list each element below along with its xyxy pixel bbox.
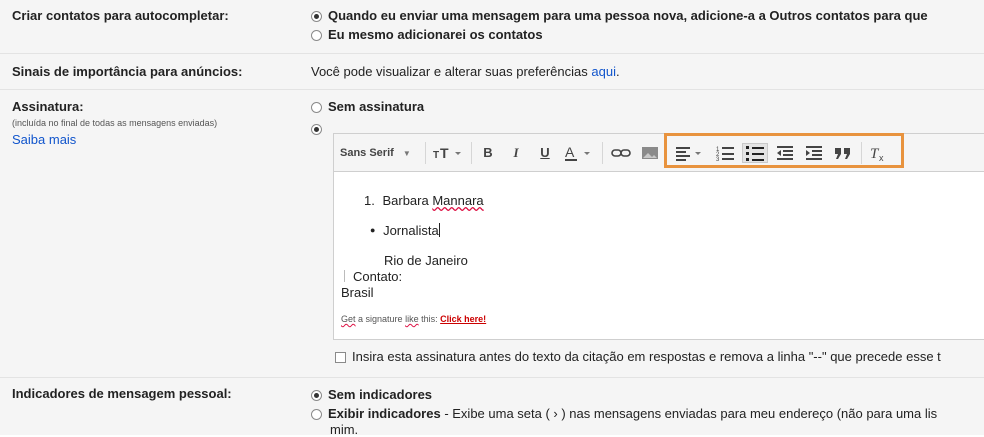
signature-sublabel: (incluída no final de todas as mensagens… xyxy=(12,118,218,128)
bulleted-list-icon xyxy=(746,146,764,161)
text-caret xyxy=(344,270,345,282)
promo-signature: a signature xyxy=(358,314,403,324)
indent-more-icon xyxy=(806,146,822,160)
name-last: Mannara xyxy=(432,193,484,208)
font-family-dropdown[interactable]: Sans Serif ▼ xyxy=(340,143,420,163)
indicators-option-none-label: Sem indicadores xyxy=(328,387,433,402)
link-icon xyxy=(611,149,631,157)
font-size-icon: TT xyxy=(433,145,461,161)
editor-toolbar: Sans Serif ▼ TT B I U A 123 T x xyxy=(334,133,984,172)
checkbox-icon[interactable] xyxy=(335,352,346,363)
indent-less-icon xyxy=(777,146,793,160)
toolbar-separator xyxy=(471,142,472,164)
remove-formatting-icon: Tx xyxy=(870,146,884,163)
country-text: Brasil xyxy=(341,285,374,300)
underline-button[interactable]: U xyxy=(534,143,556,163)
radio-selected-icon[interactable] xyxy=(311,124,322,135)
bullet-icon: ● xyxy=(370,225,376,235)
radio-icon[interactable] xyxy=(311,30,322,41)
signature-option-none[interactable]: Sem assinatura xyxy=(311,99,424,114)
indicators-option-show[interactable]: Exibir indicadores - Exibe uma seta ( › … xyxy=(311,406,937,421)
toolbar-separator xyxy=(425,142,426,164)
text-color-icon: A xyxy=(565,144,590,161)
list-number: 1. xyxy=(364,193,375,208)
autocomplete-option-manual-label: Eu mesmo adicionarei os contatos xyxy=(328,27,543,42)
indicators-option-show-description: - Exibe uma seta ( › ) nas mensagens env… xyxy=(440,406,938,421)
align-left-icon xyxy=(676,147,701,161)
bulleted-list-item: ● Jornalista xyxy=(370,223,440,238)
signature-option-custom[interactable] xyxy=(311,121,328,136)
promo-like: like xyxy=(405,314,419,324)
promo-click-here-link[interactable]: Click here! xyxy=(440,314,486,324)
promo-get: Get xyxy=(341,314,356,324)
link-button[interactable] xyxy=(610,143,632,163)
italic-button[interactable]: I xyxy=(505,143,527,163)
insert-before-quote-option[interactable]: Insira esta assinatura antes do texto da… xyxy=(335,349,941,364)
font-family-label: Sans Serif xyxy=(340,147,394,159)
autocomplete-option-manual[interactable]: Eu mesmo adicionarei os contatos xyxy=(311,27,543,42)
text-color-button[interactable]: A xyxy=(562,143,596,163)
bold-button[interactable]: B xyxy=(477,143,499,163)
indent-more-button[interactable] xyxy=(803,143,827,163)
radio-selected-icon[interactable] xyxy=(311,11,322,22)
bulleted-list-button[interactable] xyxy=(742,143,768,163)
radio-icon[interactable] xyxy=(311,102,322,113)
promo-this: this: xyxy=(421,314,438,324)
ads-period: . xyxy=(615,64,620,79)
ads-description: Você pode visualizar e alterar suas pref… xyxy=(311,64,588,79)
name-first: Barbara xyxy=(382,193,429,208)
signature-editor[interactable]: Sans Serif ▼ TT B I U A 123 T x 1. Barba… xyxy=(333,133,984,340)
indicators-option-show-label: Exibir indicadores xyxy=(328,406,441,421)
toolbar-separator xyxy=(861,142,862,164)
numbered-list-item: 1. Barbara Mannara xyxy=(364,193,484,208)
quote-icon xyxy=(835,148,850,159)
indent-less-button[interactable] xyxy=(774,143,798,163)
image-icon xyxy=(642,147,658,159)
contact-label: Contato: xyxy=(353,269,403,284)
text-caret xyxy=(438,223,440,237)
svg-text:T: T xyxy=(433,150,439,161)
toolbar-separator xyxy=(602,142,603,164)
autocomplete-label: Criar contatos para autocompletar: xyxy=(12,8,229,23)
radio-icon[interactable] xyxy=(311,409,322,420)
city-text: Rio de Janeiro xyxy=(384,253,468,268)
svg-text:A: A xyxy=(565,144,575,160)
numbered-list-icon: 123 xyxy=(716,147,734,163)
signature-label: Assinatura: xyxy=(12,99,84,114)
font-size-button[interactable]: TT xyxy=(431,143,467,163)
learn-more-link[interactable]: Saiba mais xyxy=(12,132,76,147)
job-title: Jornalista xyxy=(383,223,439,238)
autocomplete-option-auto[interactable]: Quando eu enviar uma mensagem para uma p… xyxy=(311,8,928,23)
numbered-list-button[interactable]: 123 xyxy=(714,143,738,163)
contact-text: Contato: xyxy=(344,269,402,284)
insert-before-quote-label: Insira esta assinatura antes do texto da… xyxy=(352,349,941,364)
svg-text:3: 3 xyxy=(716,157,720,163)
ads-text: Você pode visualizar e alterar suas pref… xyxy=(311,64,620,79)
align-button[interactable] xyxy=(674,143,708,163)
image-button[interactable] xyxy=(639,143,661,163)
svg-text:T: T xyxy=(440,145,449,161)
ads-preferences-link[interactable]: aqui xyxy=(591,64,616,79)
signature-option-none-label: Sem assinatura xyxy=(328,99,425,114)
dropdown-arrow-icon: ▼ xyxy=(402,149,411,158)
remove-formatting-button[interactable]: Tx xyxy=(867,143,891,163)
autocomplete-option-auto-label: Quando eu enviar uma mensagem para uma p… xyxy=(328,8,928,23)
ads-label: Sinais de importância para anúncios: xyxy=(12,64,243,79)
radio-selected-icon[interactable] xyxy=(311,390,322,401)
indicators-option-none[interactable]: Sem indicadores xyxy=(311,387,432,402)
quote-button[interactable] xyxy=(832,143,856,163)
svg-text:x: x xyxy=(879,153,884,163)
editor-content[interactable]: 1. Barbara Mannara ● Jornalista Rio de J… xyxy=(334,172,984,339)
indicators-label: Indicadores de mensagem pessoal: xyxy=(12,386,232,401)
signature-promo: Get a signature like this: Click here! xyxy=(341,314,486,324)
